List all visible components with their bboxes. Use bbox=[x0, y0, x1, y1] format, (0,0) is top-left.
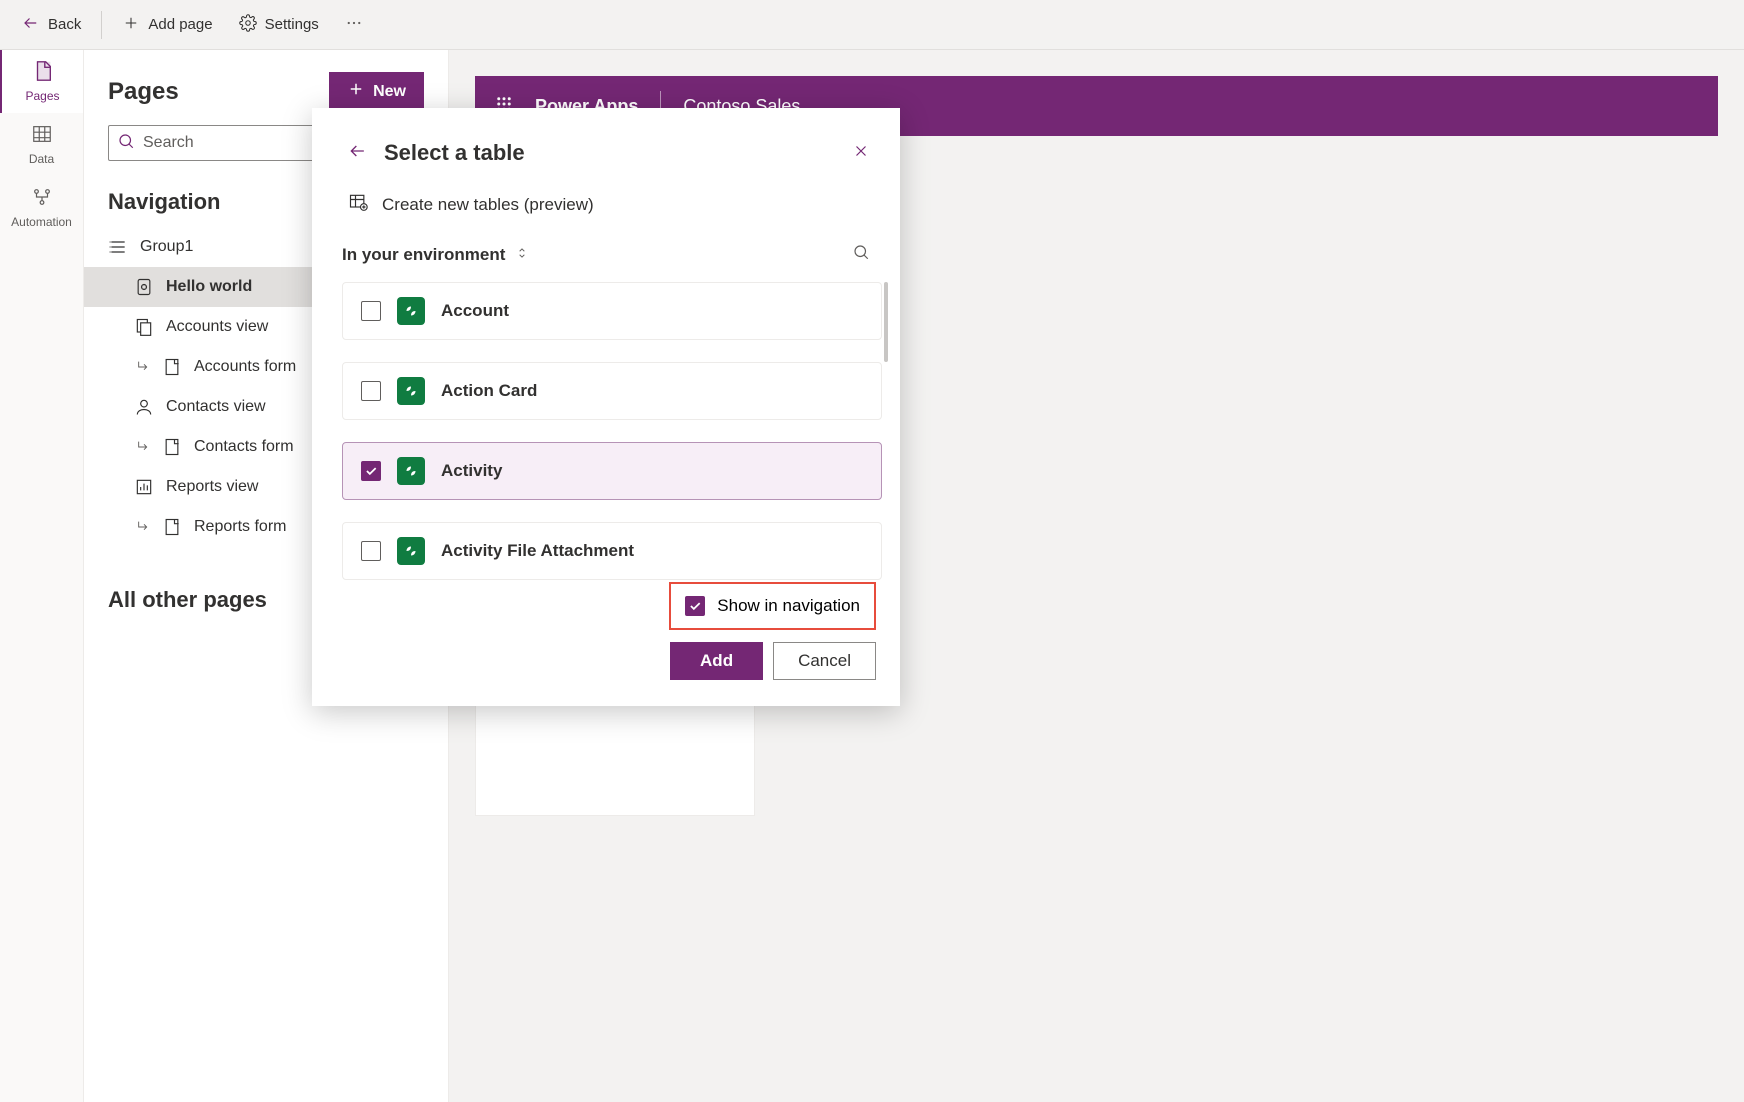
top-toolbar: Back Add page Settings bbox=[0, 0, 1744, 50]
nav-item-label: Accounts form bbox=[194, 358, 296, 376]
checkbox[interactable] bbox=[361, 301, 381, 321]
table-name: Account bbox=[441, 301, 509, 321]
pages-icon bbox=[32, 60, 54, 85]
table-plus-icon bbox=[348, 192, 368, 217]
settings-label: Settings bbox=[265, 16, 319, 33]
show-in-navigation-row[interactable]: Show in navigation bbox=[669, 582, 876, 630]
back-label: Back bbox=[48, 16, 81, 33]
nav-item-label: Accounts view bbox=[166, 318, 268, 336]
contacts-icon bbox=[134, 397, 154, 417]
toolbar-divider bbox=[101, 11, 102, 39]
modal-footer: Show in navigation Add Cancel bbox=[312, 582, 900, 680]
left-rail: Pages Data Automation bbox=[0, 50, 84, 1102]
create-new-label: Create new tables (preview) bbox=[382, 195, 594, 215]
form-icon bbox=[162, 437, 182, 457]
sort-icon[interactable] bbox=[515, 245, 529, 265]
env-label: In your environment bbox=[342, 245, 505, 265]
more-icon bbox=[345, 14, 363, 36]
nav-item-label: Contacts form bbox=[194, 438, 294, 456]
modal-header: Select a table bbox=[312, 134, 900, 184]
dataverse-icon bbox=[397, 457, 425, 485]
dataverse-icon bbox=[397, 377, 425, 405]
checkbox[interactable] bbox=[361, 541, 381, 561]
plus-icon bbox=[122, 14, 140, 36]
data-icon bbox=[31, 123, 53, 148]
new-button[interactable]: New bbox=[329, 72, 424, 111]
rail-automation[interactable]: Automation bbox=[0, 176, 83, 239]
checkbox[interactable] bbox=[361, 381, 381, 401]
table-name: Activity File Attachment bbox=[441, 541, 634, 561]
new-label: New bbox=[373, 83, 406, 101]
add-button[interactable]: Add bbox=[670, 642, 763, 680]
add-page-label: Add page bbox=[148, 16, 212, 33]
table-name: Action Card bbox=[441, 381, 537, 401]
pages-title: Pages bbox=[108, 78, 179, 106]
table-name: Activity bbox=[441, 461, 502, 481]
add-page-button[interactable]: Add page bbox=[110, 8, 224, 42]
table-item-account[interactable]: Account bbox=[342, 282, 882, 340]
form-icon bbox=[162, 517, 182, 537]
settings-button[interactable]: Settings bbox=[227, 8, 331, 42]
environment-header: In your environment bbox=[312, 235, 900, 282]
show-nav-checkbox[interactable] bbox=[685, 596, 705, 616]
rail-data-label: Data bbox=[29, 152, 54, 166]
search-icon bbox=[117, 132, 135, 155]
checkbox[interactable] bbox=[361, 461, 381, 481]
nav-group1-label: Group1 bbox=[140, 238, 193, 256]
rail-data[interactable]: Data bbox=[0, 113, 83, 176]
close-icon[interactable] bbox=[852, 142, 870, 165]
subitem-arrow-icon bbox=[134, 357, 154, 377]
rail-automation-label: Automation bbox=[11, 215, 72, 229]
nav-item-label: Contacts view bbox=[166, 398, 266, 416]
dataverse-icon bbox=[397, 297, 425, 325]
nav-item-label: Reports form bbox=[194, 518, 286, 536]
back-arrow-icon bbox=[22, 14, 40, 36]
subitem-arrow-icon bbox=[134, 517, 154, 537]
group-icon bbox=[108, 237, 128, 257]
gear-icon bbox=[239, 14, 257, 36]
select-table-modal: Select a table Create new tables (previe… bbox=[312, 108, 900, 706]
table-list[interactable]: Account Action Card Activity bbox=[312, 282, 900, 582]
back-button[interactable]: Back bbox=[10, 8, 93, 42]
view-icon bbox=[134, 317, 154, 337]
table-item-activity-file-attachment[interactable]: Activity File Attachment bbox=[342, 522, 882, 580]
table-item-action-card[interactable]: Action Card bbox=[342, 362, 882, 420]
create-new-tables-link[interactable]: Create new tables (preview) bbox=[312, 184, 900, 235]
show-nav-label: Show in navigation bbox=[717, 596, 860, 616]
table-item-activity[interactable]: Activity bbox=[342, 442, 882, 500]
report-icon bbox=[134, 477, 154, 497]
subitem-arrow-icon bbox=[134, 437, 154, 457]
rail-pages-label: Pages bbox=[25, 89, 59, 103]
modal-title: Select a table bbox=[384, 140, 525, 166]
plus-icon bbox=[347, 80, 365, 103]
nav-item-label: Reports view bbox=[166, 478, 258, 496]
modal-back-icon[interactable] bbox=[348, 141, 368, 166]
automation-icon bbox=[31, 186, 53, 211]
scrollbar-thumb[interactable] bbox=[884, 282, 888, 362]
cancel-button[interactable]: Cancel bbox=[773, 642, 876, 680]
search-icon[interactable] bbox=[852, 243, 870, 266]
form-icon bbox=[162, 357, 182, 377]
more-button[interactable] bbox=[333, 8, 375, 42]
custom-page-icon bbox=[134, 277, 154, 297]
nav-item-label: Hello world bbox=[166, 278, 252, 296]
rail-pages[interactable]: Pages bbox=[0, 50, 83, 113]
dataverse-icon bbox=[397, 537, 425, 565]
